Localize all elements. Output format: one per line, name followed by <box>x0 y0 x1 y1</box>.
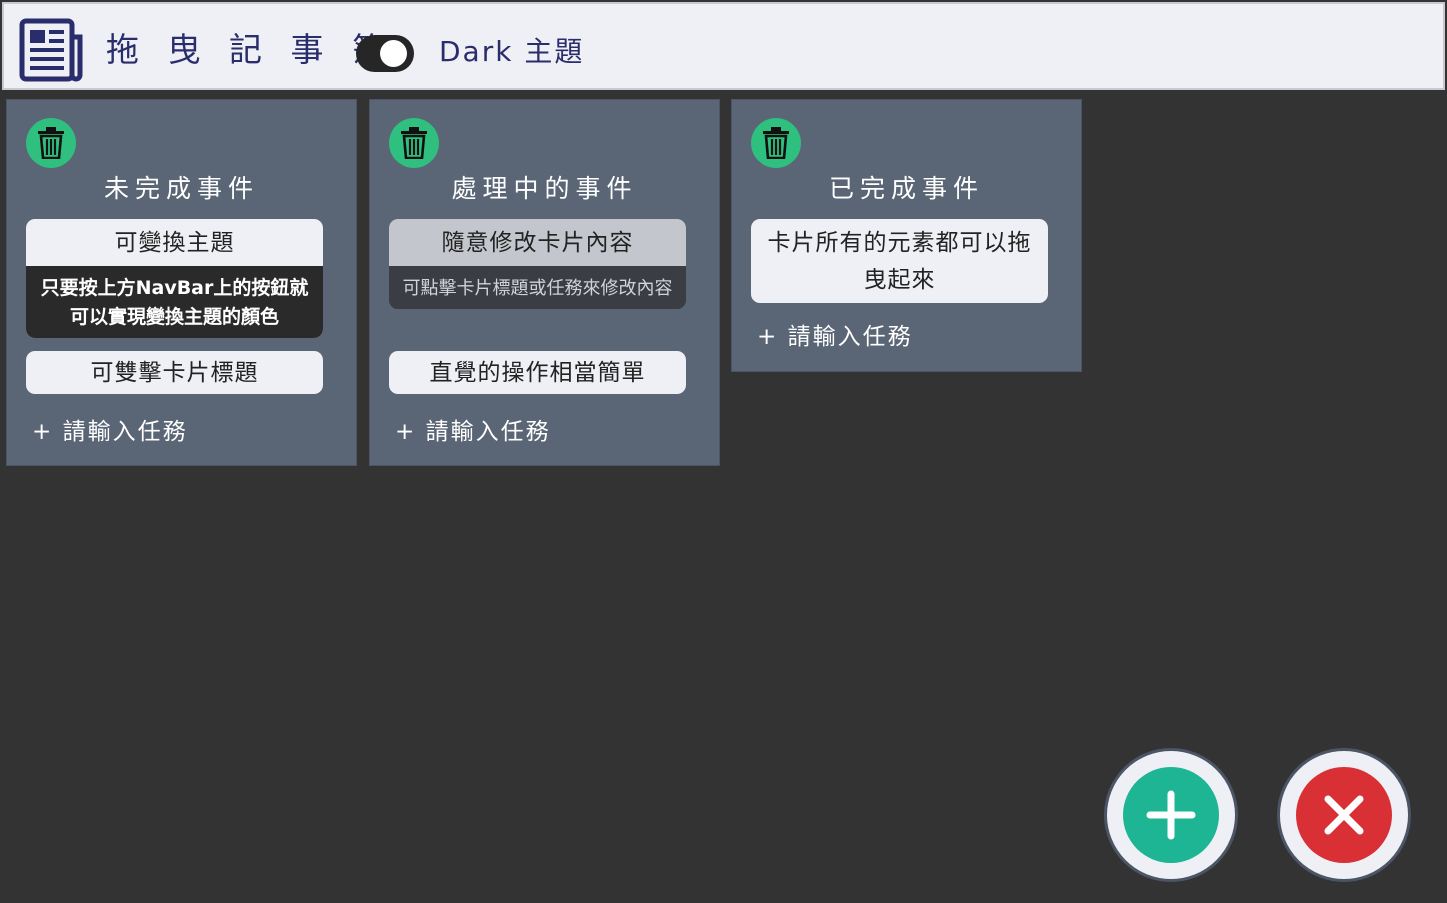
task-card[interactable]: 可變換主題 只要按上方NavBar上的按鈕就可以實現變換主題的顏色 <box>26 219 323 338</box>
navbar: 拖 曳 記 事 簿 Dark 主題 <box>2 2 1445 90</box>
close-button[interactable] <box>1277 748 1411 882</box>
column-todo[interactable]: 未完成事件 可變換主題 只要按上方NavBar上的按鈕就可以實現變換主題的顏色 … <box>7 100 356 465</box>
card-title[interactable]: 隨意修改卡片內容 <box>389 219 686 266</box>
app-title: 拖 曳 記 事 簿 <box>106 30 394 69</box>
column-title[interactable]: 處理中的事件 <box>370 174 719 204</box>
add-column-button[interactable] <box>1104 748 1238 882</box>
theme-label: Dark 主題 <box>439 35 585 68</box>
plus-icon <box>1146 790 1196 840</box>
delete-column-button[interactable] <box>26 118 76 168</box>
trash-icon <box>401 127 427 159</box>
newspaper-icon <box>19 18 83 82</box>
column-done[interactable]: 已完成事件 卡片所有的元素都可以拖曳起來 + 請輸入任務 <box>732 100 1081 371</box>
delete-column-button[interactable] <box>751 118 801 168</box>
card-title[interactable]: 可變換主題 <box>26 219 323 266</box>
task-card[interactable]: 可雙擊卡片標題 <box>26 351 323 394</box>
close-button-circle <box>1296 767 1392 863</box>
task-card[interactable]: 直覺的操作相當簡單 <box>389 351 686 394</box>
trash-icon <box>763 127 789 159</box>
column-in-progress[interactable]: 處理中的事件 隨意修改卡片內容 可點擊卡片標題或任務來修改內容 直覺的操作相當簡… <box>370 100 719 465</box>
card-body[interactable]: 可點擊卡片標題或任務來修改內容 <box>389 266 686 309</box>
close-icon <box>1324 795 1364 835</box>
delete-column-button[interactable] <box>389 118 439 168</box>
add-task-input[interactable]: + 請輸入任務 <box>395 417 551 447</box>
column-title[interactable]: 未完成事件 <box>7 174 356 204</box>
column-title[interactable]: 已完成事件 <box>732 174 1081 204</box>
theme-toggle[interactable] <box>356 35 414 72</box>
card-body[interactable]: 只要按上方NavBar上的按鈕就可以實現變換主題的顏色 <box>26 266 323 338</box>
add-task-input[interactable]: + 請輸入任務 <box>757 322 913 352</box>
card-title[interactable]: 直覺的操作相當簡單 <box>389 351 686 394</box>
card-title[interactable]: 可雙擊卡片標題 <box>26 351 323 394</box>
task-card[interactable]: 隨意修改卡片內容 可點擊卡片標題或任務來修改內容 <box>389 219 686 309</box>
task-card[interactable]: 卡片所有的元素都可以拖曳起來 <box>751 219 1048 303</box>
trash-icon <box>38 127 64 159</box>
toggle-knob <box>380 40 407 67</box>
add-task-input[interactable]: + 請輸入任務 <box>32 417 188 447</box>
card-title[interactable]: 卡片所有的元素都可以拖曳起來 <box>751 219 1048 303</box>
add-button-circle <box>1123 767 1219 863</box>
